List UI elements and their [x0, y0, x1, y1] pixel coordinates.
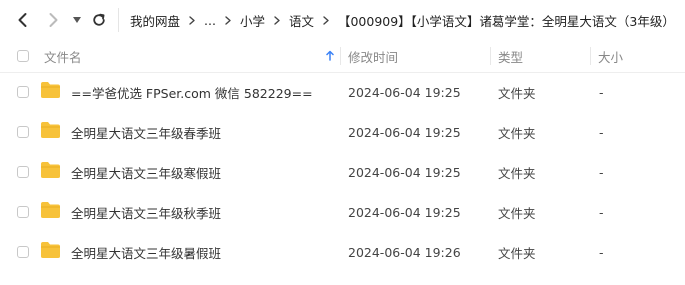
file-modified: 2024-06-04 19:25: [348, 204, 461, 220]
column-header-modified[interactable]: 修改时间: [348, 40, 398, 72]
breadcrumb-separator-icon: [323, 15, 329, 25]
column-divider[interactable]: [490, 47, 491, 65]
row-checkbox[interactable]: [17, 126, 29, 138]
file-row[interactable]: 全明星大语文三年级暑假班 2024-06-04 19:26 文件夹 -: [0, 232, 685, 272]
file-name[interactable]: 全明星大语文三年级暑假班: [71, 232, 221, 272]
file-name[interactable]: ==学爸优选 FPSer.com 微信 582229==: [71, 72, 313, 112]
breadcrumb-item-chinese[interactable]: 语文: [287, 11, 316, 30]
file-type: 文件夹: [498, 245, 536, 261]
file-row[interactable]: 全明星大语文三年级春季班 2024-06-04 19:25 文件夹 -: [0, 112, 685, 152]
folder-icon: [41, 162, 60, 178]
sort-ascending-icon[interactable]: [326, 49, 334, 64]
file-modified: 2024-06-04 19:25: [348, 124, 461, 140]
breadcrumb-item-current[interactable]: 【000909】【小学语文】诸葛学堂：全明星大语文（3年级）: [336, 11, 677, 30]
file-modified: 2024-06-04 19:26: [348, 244, 461, 260]
row-checkbox[interactable]: [17, 166, 29, 178]
refresh-button[interactable]: [88, 9, 110, 31]
column-divider[interactable]: [340, 47, 341, 65]
folder-icon: [41, 202, 60, 218]
file-row[interactable]: ==学爸优选 FPSer.com 微信 582229== 2024-06-04 …: [0, 72, 685, 112]
file-modified: 2024-06-04 19:25: [348, 164, 461, 180]
file-name[interactable]: 全明星大语文三年级春季班: [71, 112, 221, 152]
refresh-icon: [93, 13, 105, 26]
file-name[interactable]: 全明星大语文三年级寒假班: [71, 152, 221, 192]
row-checkbox[interactable]: [17, 86, 29, 98]
back-button[interactable]: [12, 9, 34, 31]
breadcrumb-item-ellipsis[interactable]: ...: [202, 13, 218, 28]
file-size: -: [599, 164, 604, 180]
file-row[interactable]: 全明星大语文三年级寒假班 2024-06-04 19:25 文件夹 -: [0, 152, 685, 192]
file-list-header: 文件名 修改时间 类型 大小: [0, 40, 685, 73]
file-size: -: [599, 244, 604, 260]
chevron-right-icon: [49, 13, 58, 27]
arrow-up-icon: [326, 50, 334, 61]
file-size: -: [599, 124, 604, 140]
column-header-name[interactable]: 文件名: [44, 40, 340, 72]
caret-down-icon: [73, 17, 81, 23]
chevron-left-icon: [18, 13, 27, 27]
column-header-size[interactable]: 大小: [598, 40, 623, 72]
file-row[interactable]: 全明星大语文三年级秋季班 2024-06-04 19:25 文件夹 -: [0, 192, 685, 232]
row-checkbox[interactable]: [17, 246, 29, 258]
file-type: 文件夹: [498, 85, 536, 101]
forward-button[interactable]: [42, 9, 64, 31]
breadcrumb-separator-icon: [189, 15, 195, 25]
file-modified: 2024-06-04 19:25: [348, 84, 461, 100]
breadcrumb-separator-icon: [274, 15, 280, 25]
breadcrumb-item-root[interactable]: 我的网盘: [128, 11, 182, 30]
file-type: 文件夹: [498, 125, 536, 141]
file-size: -: [599, 84, 604, 100]
breadcrumb: 我的网盘 ... 小学 语文 【000909】【小学语文】诸葛学堂：全明星大语文…: [128, 0, 685, 40]
row-checkbox[interactable]: [17, 206, 29, 218]
breadcrumb-item-primary[interactable]: 小学: [238, 11, 267, 30]
column-header-type[interactable]: 类型: [498, 40, 523, 72]
file-name[interactable]: 全明星大语文三年级秋季班: [71, 192, 221, 232]
file-size: -: [599, 204, 604, 220]
navigation-bar: 我的网盘 ... 小学 语文 【000909】【小学语文】诸葛学堂：全明星大语文…: [0, 0, 685, 40]
select-all-checkbox[interactable]: [17, 50, 29, 62]
toolbar-divider: [118, 8, 119, 32]
file-type: 文件夹: [498, 205, 536, 221]
folder-icon: [41, 122, 60, 138]
breadcrumb-separator-icon: [225, 15, 231, 25]
column-divider[interactable]: [590, 47, 591, 65]
history-dropdown-button[interactable]: [70, 9, 84, 31]
folder-icon: [41, 82, 60, 98]
file-type: 文件夹: [498, 165, 536, 181]
folder-icon: [41, 242, 60, 258]
